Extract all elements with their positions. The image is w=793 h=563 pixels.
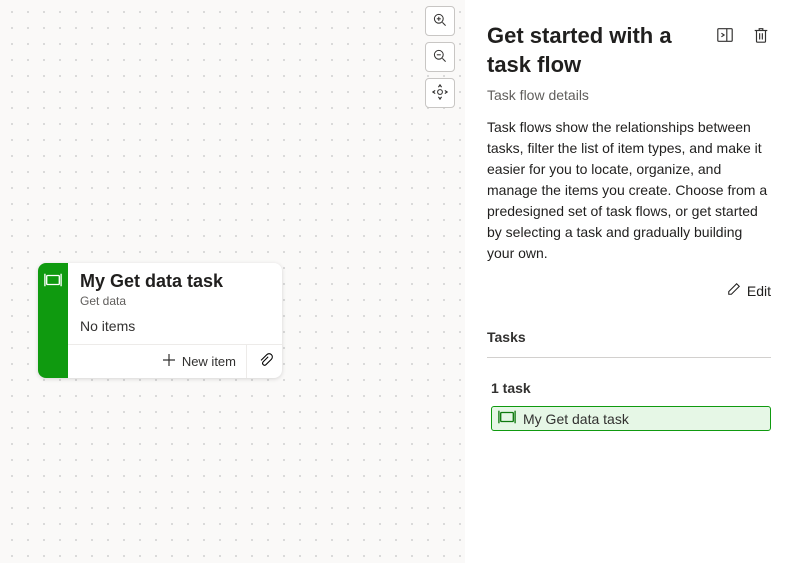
- zoom-in-button[interactable]: [425, 6, 455, 36]
- task-count: 1 task: [491, 380, 771, 396]
- tasks-section-label: Tasks: [487, 329, 771, 358]
- trash-icon: [752, 26, 770, 47]
- task-chip-icon: [498, 410, 516, 427]
- open-task-flow-button[interactable]: [715, 26, 735, 46]
- delete-button[interactable]: [751, 26, 771, 46]
- task-flow-canvas[interactable]: My Get data task Get data No items New i…: [0, 0, 465, 563]
- pencil-icon: [727, 282, 741, 299]
- details-panel: Get started with a task flow: [465, 0, 793, 563]
- task-card-body: My Get data task Get data No items New i…: [68, 263, 282, 378]
- open-panel-icon: [716, 26, 734, 47]
- new-item-label: New item: [182, 354, 236, 369]
- task-card-stripe: [38, 263, 68, 378]
- zoom-out-icon: [432, 48, 448, 67]
- zoom-out-button[interactable]: [425, 42, 455, 72]
- task-chip[interactable]: My Get data task: [491, 406, 771, 431]
- task-type-icon: [44, 273, 62, 290]
- attachment-icon: [257, 352, 273, 371]
- plus-icon: [162, 353, 176, 370]
- zoom-controls: [425, 6, 455, 108]
- edit-label: Edit: [747, 283, 771, 299]
- panel-subtitle: Task flow details: [487, 87, 771, 103]
- task-card-empty-text: No items: [68, 312, 282, 344]
- task-card[interactable]: My Get data task Get data No items New i…: [38, 263, 282, 378]
- zoom-in-icon: [432, 12, 448, 31]
- task-card-title: My Get data task: [80, 271, 270, 292]
- new-item-button[interactable]: New item: [152, 345, 246, 378]
- panel-title: Get started with a task flow: [487, 22, 705, 79]
- panel-description: Task flows show the relationships betwee…: [487, 117, 771, 264]
- task-card-footer: New item: [68, 344, 282, 378]
- task-card-subtitle: Get data: [80, 294, 270, 308]
- edit-button[interactable]: Edit: [727, 282, 771, 299]
- fit-to-screen-button[interactable]: [425, 78, 455, 108]
- attach-button[interactable]: [246, 345, 282, 378]
- fit-to-screen-icon: [432, 84, 448, 103]
- task-chip-label: My Get data task: [523, 411, 629, 427]
